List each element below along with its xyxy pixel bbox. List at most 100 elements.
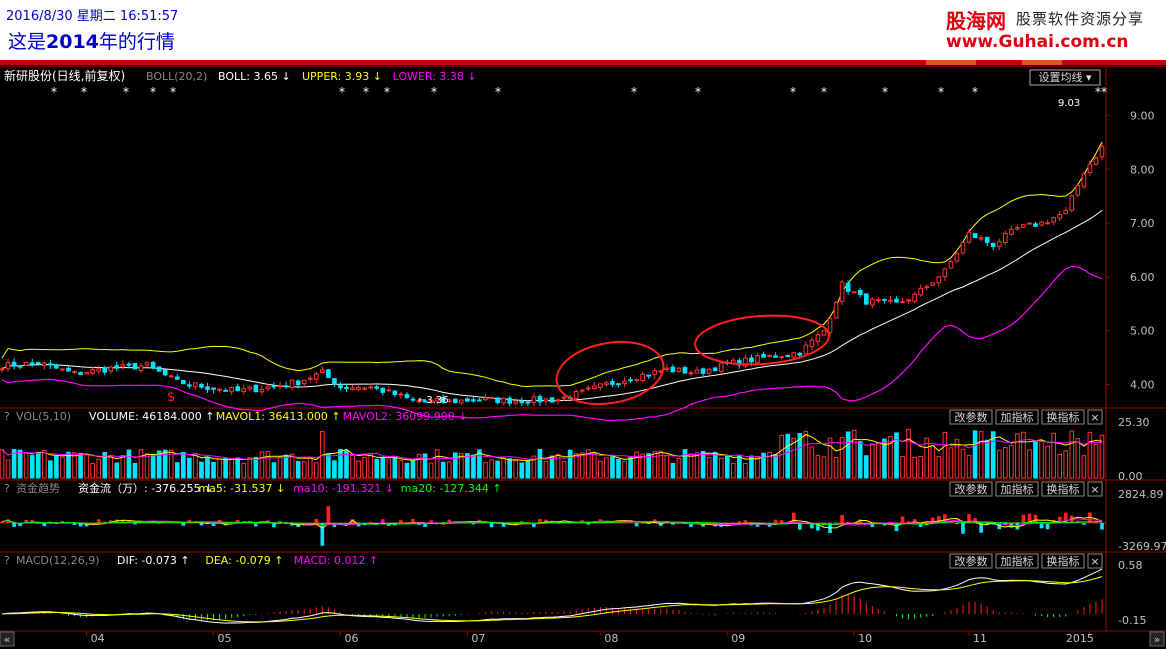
candle-body [78,372,83,375]
volume-bar [610,456,615,479]
candle-body [259,388,265,393]
macd-button-label: 改参数 [955,554,988,568]
volume-bar [567,449,573,479]
volume-bar [737,454,742,479]
volume-bar [29,454,35,479]
volume-bar [1087,431,1093,479]
candle-body [380,387,386,393]
candle-body [344,386,349,390]
candle-body [821,330,827,336]
candle-body [543,398,549,402]
volume-bar [851,429,857,479]
candle-body [199,383,204,388]
fund-flow-bar [840,515,844,523]
volume-bar [440,461,446,479]
candle-body [477,399,482,402]
volume-bar [779,434,784,479]
candle-body [386,389,392,392]
candle-body [573,391,579,399]
candle-body [978,237,984,240]
event-star-marker: * [695,85,701,99]
volume-legend-item: MAVOL2: 36099.900 ↓ [343,410,468,423]
fund-button-label: 改参数 [955,482,988,496]
volume-bar [507,458,513,479]
candle-body [0,368,5,371]
candle-body [918,287,924,296]
volume-bar [132,462,138,479]
volume-bar [108,454,114,479]
volume-bar [229,458,234,479]
volume-bar [271,462,277,479]
volume-bar [90,462,95,479]
volume-bar [1081,455,1087,479]
volume-bar [525,460,531,479]
volume-bar [471,454,476,479]
fund-flow-bar [326,506,331,523]
volume-bar [870,443,875,479]
volume-bar [996,449,1002,479]
volume-bar [863,455,869,479]
candle-body [313,373,319,380]
candle-body [489,396,494,399]
site-logo: 股海网 [946,9,1006,33]
volume-legend-item: VOLUME: 46184.000 ↑ [89,410,214,423]
volume-bar [948,447,954,479]
volume-bar [640,453,645,479]
candle-body [1021,224,1026,228]
candle-body [452,398,458,404]
high-price-label: 9.03 [1058,98,1080,109]
candle-body [1087,163,1093,174]
volume-bar [483,462,488,479]
volume-bar [845,431,851,479]
stock-chart[interactable]: 新研股份(日线,前复权) BOLL(20,2) BOLL: 3.65 ↓ UPPER:… [0,66,1166,649]
candle-body [410,398,416,401]
candle-body [857,289,863,296]
fund-indicator-name: 资金趋势 [16,481,60,495]
candle-body [187,384,192,387]
volume-button-label: 加指标 [1001,410,1034,424]
volume-bar [380,456,386,479]
volume-button-label: 改参数 [955,410,988,424]
fund-legend-item: 资金流（万）: -376.255 ↓ [78,481,213,495]
event-star-marker: * [790,85,796,99]
candle-body [1063,210,1069,215]
candle-body [646,374,652,377]
candle-body [138,365,144,372]
candle-body [912,293,917,302]
volume-bar [0,449,5,479]
event-star-marker: * [821,85,827,99]
volume-bar [664,455,670,479]
fund-flow-bar [743,520,748,523]
fund-y-tick-label: 2824.89 [1118,488,1164,501]
volume-bar [120,455,126,479]
candle-body [1081,173,1087,188]
candle-body [17,365,23,368]
macd-button-label: 换指标 [1047,554,1080,568]
candle-body [900,301,905,304]
volume-bar [193,452,198,479]
volume-bar [307,457,313,479]
volume-bar [972,430,978,479]
macd-dif-line [1,568,1103,624]
volume-bar [295,461,301,479]
boll-indicator-name: BOLL(20,2) [146,70,207,83]
volume-bar [362,456,367,479]
volume-bar [682,449,688,479]
candle-body [223,389,228,392]
volume-bar [688,453,694,479]
volume-bar [1069,430,1075,479]
volume-bar [543,460,549,479]
candle-body [712,367,718,372]
fund-button-label: 换指标 [1047,482,1080,496]
volume-button-label: 换指标 [1047,410,1080,424]
candle-body [990,242,996,248]
scroll-right-icon: » [1154,633,1161,646]
volume-bar [1021,431,1026,479]
x-tick-label: 11 [973,632,987,645]
volume-bar [573,453,579,479]
x-tick-label: 07 [471,632,485,645]
candle-body [513,400,519,404]
fund-flow-bar [640,522,645,524]
volume-bar [1039,440,1044,479]
candle-body [350,387,355,391]
